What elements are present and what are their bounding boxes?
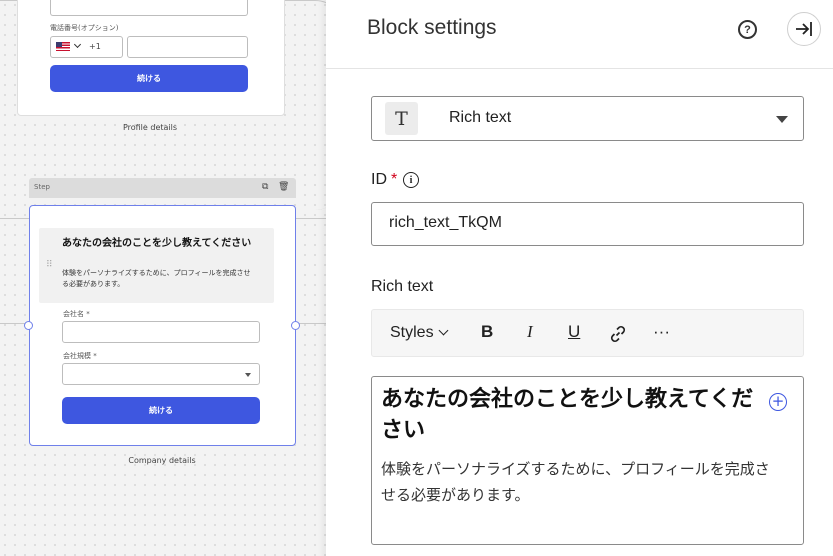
connector-line <box>0 0 18 210</box>
block-type-label: Rich text <box>449 109 512 126</box>
card-caption: Profile details <box>122 123 178 132</box>
us-flag-icon <box>56 42 70 51</box>
id-label-text: ID <box>371 171 387 188</box>
styles-dropdown[interactable]: Styles <box>390 324 449 342</box>
company-details-card[interactable]: ⠿ あなたの会社のことを少し教えてください 体験をパーソナライズするために、プロ… <box>29 205 296 446</box>
phone-label: 電話番号(オプション) <box>50 24 119 32</box>
step-label: Step <box>34 183 50 191</box>
block-settings-panel: Block settings ? T Rich text ID * i rich_… <box>326 0 833 556</box>
info-icon[interactable]: i <box>403 172 419 188</box>
drag-handle-icon[interactable]: ⠿ <box>46 260 53 270</box>
left-connection-handle[interactable] <box>24 321 33 330</box>
company-name-input[interactable] <box>62 321 260 343</box>
panel-title: Block settings <box>367 16 497 39</box>
underline-button[interactable]: U <box>568 322 580 342</box>
collapse-panel-button[interactable] <box>787 12 821 46</box>
hero-subtitle: 体験をパーソナライズするために、プロフィールを完成させる必要があります。 <box>62 269 251 288</box>
country-code: +1 <box>89 42 101 51</box>
arrow-to-right-icon <box>796 22 812 36</box>
caret-down-icon <box>776 116 788 123</box>
right-connection-handle[interactable] <box>291 321 300 330</box>
id-input[interactable]: rich_text_TkQM <box>371 202 804 246</box>
more-options-button[interactable]: ··· <box>653 322 670 342</box>
caret-down-icon <box>245 373 251 377</box>
country-code-select[interactable]: +1 <box>50 36 123 58</box>
id-label: ID * <box>371 171 397 189</box>
rich-text-editor[interactable]: あなたの会社のことを少し教えてください + 体験をパーソナライズするために、プロ… <box>371 376 804 545</box>
rich-text-toolbar: Styles B I U ··· <box>371 309 804 357</box>
hero-title: あなたの会社のことを少し教えてください <box>62 238 252 249</box>
step-header[interactable]: Step ⧉ 🗑 <box>29 178 296 198</box>
company-name-label: 会社名 * <box>63 310 90 318</box>
block-type-select[interactable]: T Rich text <box>371 96 804 141</box>
link-icon <box>610 325 626 343</box>
previous-input[interactable] <box>50 0 248 16</box>
styles-label: Styles <box>390 324 434 341</box>
canvas-edge-shadow <box>318 0 326 556</box>
required-mark: * <box>391 171 398 188</box>
rich-text-label: Rich text <box>371 278 434 295</box>
text-type-icon: T <box>385 102 418 135</box>
duplicate-icon[interactable]: ⧉ <box>262 182 268 193</box>
trash-icon[interactable]: 🗑 <box>278 182 289 193</box>
link-button[interactable] <box>608 324 628 349</box>
continue-button[interactable]: 続ける <box>50 65 248 92</box>
profile-details-card[interactable]: 電話番号(オプション) +1 続ける <box>17 0 285 116</box>
company-size-select[interactable] <box>62 363 260 385</box>
connector-line <box>0 218 29 324</box>
company-size-label: 会社規模 * <box>63 352 97 360</box>
help-icon[interactable]: ? <box>738 20 757 39</box>
panel-header: Block settings ? <box>326 0 833 69</box>
add-block-icon[interactable]: + <box>769 393 787 411</box>
card-caption: Company details <box>128 456 196 465</box>
italic-button[interactable]: I <box>527 322 533 342</box>
flow-canvas[interactable]: 電話番号(オプション) +1 続ける Profile details Step … <box>0 0 326 556</box>
chevron-down-icon <box>73 40 82 49</box>
chevron-down-icon <box>438 325 449 336</box>
editor-paragraph[interactable]: 体験をパーソナライズするために、プロフィールを完成させる必要があります。 <box>381 456 781 508</box>
continue-button[interactable]: 続ける <box>62 397 260 424</box>
bold-button[interactable]: B <box>481 322 493 342</box>
editor-heading[interactable]: あなたの会社のことを少し教えてください <box>381 384 773 446</box>
phone-input[interactable] <box>127 36 248 58</box>
rich-text-block[interactable]: ⠿ あなたの会社のことを少し教えてください 体験をパーソナライズするために、プロ… <box>39 228 274 303</box>
